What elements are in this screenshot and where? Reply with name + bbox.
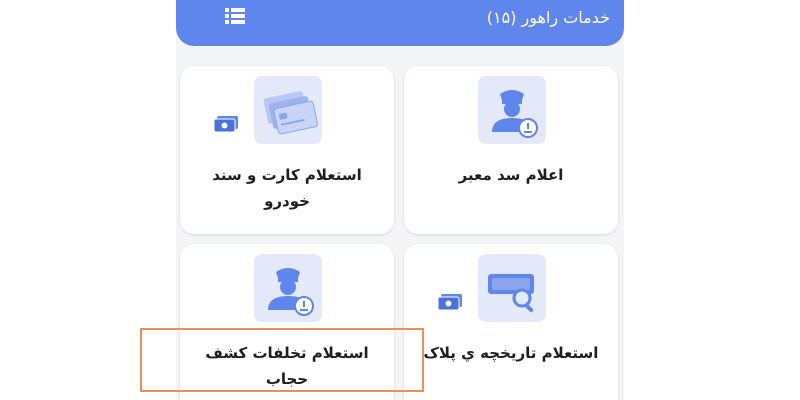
page-title: خدمات راهور (۱۵) xyxy=(486,8,610,27)
service-card-hijab-violations[interactable]: استعلام تخلفات کشف حجاب xyxy=(180,244,394,400)
service-label-line1: استعلام کارت و سند xyxy=(212,166,362,184)
service-label: استعلام تخلفات کشف حجاب xyxy=(190,340,384,392)
police-officer-icon xyxy=(254,254,322,322)
service-label: استعلام کارت و سند خودرو xyxy=(190,162,384,214)
service-card-vehicle-card-document[interactable]: استعلام کارت و سند خودرو xyxy=(180,66,394,234)
screen: خدمات راهور (۱۵) اعلام سد معبر استعلام ک… xyxy=(0,0,800,400)
service-card-road-obstruction[interactable]: اعلام سد معبر xyxy=(404,66,618,234)
police-officer-icon xyxy=(478,76,546,144)
plate-search-icon xyxy=(478,254,546,322)
cash-icon xyxy=(437,294,462,311)
service-label-line1: استعلام تخلفات کشف xyxy=(205,344,369,362)
list-menu-icon[interactable] xyxy=(225,8,245,24)
service-label-line2: حجاب xyxy=(265,370,309,388)
app-header: خدمات راهور (۱۵) xyxy=(176,0,624,46)
service-label: استعلام تاریخچه ي پلاک xyxy=(423,344,599,362)
app-container: خدمات راهور (۱۵) اعلام سد معبر استعلام ک… xyxy=(176,0,624,400)
service-label-line2: خودرو xyxy=(264,192,310,210)
service-label: اعلام سد معبر xyxy=(458,166,564,184)
cash-icon xyxy=(213,116,238,133)
service-card-plate-history[interactable]: استعلام تاریخچه ي پلاک xyxy=(404,244,618,400)
cards-icon xyxy=(254,76,322,144)
